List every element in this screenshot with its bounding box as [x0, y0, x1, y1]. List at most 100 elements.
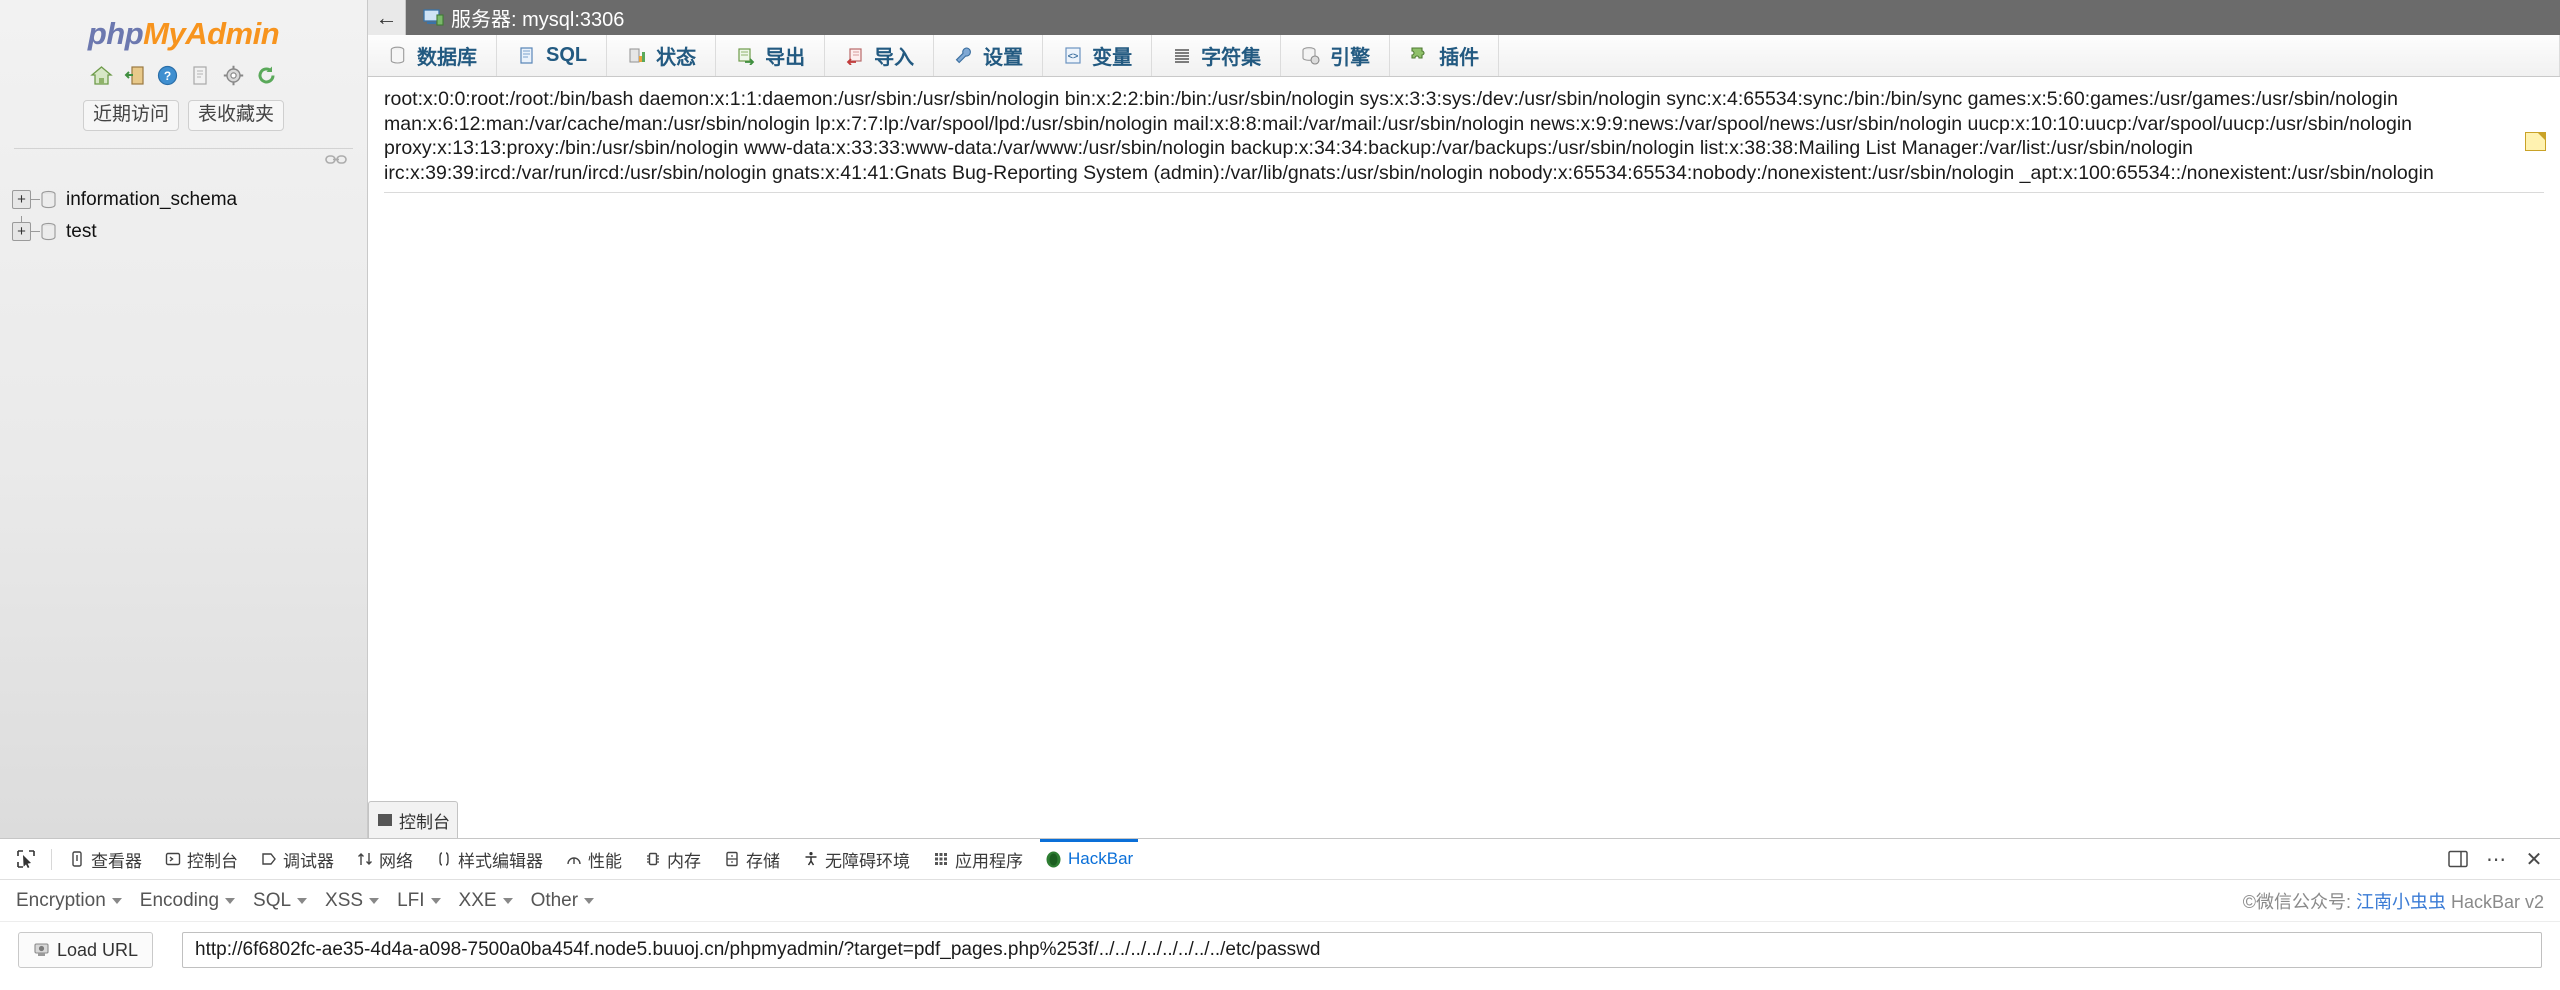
chevron-down-icon [369, 897, 380, 904]
tab-export[interactable]: 导出 [716, 35, 826, 76]
devtools-toolbar: 查看器 控制台 调试器 网络 样式编辑器 性能 内存 存储 无障碍环境 应用程序… [0, 838, 2560, 880]
load-url-icon [33, 941, 50, 959]
recent-tables-button[interactable]: 近期访问 [82, 100, 179, 131]
docs-icon[interactable] [189, 64, 212, 87]
chevron-down-icon [430, 897, 441, 904]
tree-item-test[interactable]: + test [12, 216, 367, 248]
devtools-tab-inspector[interactable]: 查看器 [57, 839, 153, 880]
hackbar-menu-lfi[interactable]: LFI [395, 890, 456, 912]
logout-icon[interactable] [123, 64, 146, 87]
menu-label: XXE [458, 889, 497, 911]
phpmyadmin-logo[interactable]: phpMyAdmin [0, 0, 367, 55]
devtools-tab-application[interactable]: 应用程序 [921, 839, 1034, 880]
tree-item-label: test [66, 220, 97, 242]
tree-item-information-schema[interactable]: + information_schema [12, 184, 367, 237]
tree-connector [31, 199, 40, 201]
console-tab-label: 控制台 [399, 812, 450, 832]
tab-engine[interactable]: 引擎 [1281, 35, 1391, 76]
tab-label: 状态 [656, 47, 697, 69]
devtools-tab-storage[interactable]: 存储 [712, 839, 791, 880]
hackbar-menu-xxe[interactable]: XXE [457, 890, 529, 912]
tab-databases[interactable]: 数据库 [368, 35, 497, 76]
svg-text:?: ? [163, 69, 170, 83]
reload-icon[interactable] [255, 64, 278, 87]
server-header: ← 服务器: mysql:3306 [368, 0, 2560, 35]
devtools-tab-accessibility[interactable]: 无障碍环境 [791, 839, 921, 880]
tab-plugins[interactable]: 插件 [1390, 35, 1500, 76]
sidebar-chain-row [0, 149, 367, 166]
server-icon [423, 8, 444, 27]
devtools-tab-network[interactable]: 网络 [345, 839, 424, 880]
tab-sql[interactable]: SQL [497, 35, 608, 76]
console-icon [378, 814, 392, 826]
inspector-icon [68, 851, 85, 868]
expand-plus-icon[interactable]: + [12, 190, 31, 210]
devtools-tab-console[interactable]: 控制台 [153, 839, 249, 880]
devtools-tab-label: HackBar [1068, 849, 1134, 868]
url-input[interactable]: http://6f6802fc-ae35-4d4a-a098-7500a0ba4… [182, 932, 2542, 968]
database-icon [40, 190, 57, 210]
close-icon[interactable]: ✕ [2522, 847, 2546, 871]
hackbar-menu-sql[interactable]: SQL [251, 890, 323, 912]
tabbar-filler [1499, 35, 2560, 76]
server-title-text: 服务器: mysql:3306 [451, 9, 625, 31]
element-picker-icon[interactable] [8, 849, 46, 869]
storage-icon [723, 851, 740, 868]
hackbar-menu-xss[interactable]: XSS [323, 890, 395, 912]
tab-status[interactable]: 状态 [607, 35, 717, 76]
devtools-tab-style-editor[interactable]: 样式编辑器 [424, 839, 554, 880]
content-divider [384, 192, 2544, 193]
database-icon [387, 45, 408, 66]
hackbar-menu-encoding[interactable]: Encoding [138, 890, 251, 912]
devtools-tab-performance[interactable]: 性能 [554, 839, 633, 880]
hackbar-url-row: Load URL http://6f6802fc-ae35-4d4a-a098-… [0, 922, 2560, 968]
hackbar-menu-other[interactable]: Other [529, 890, 611, 912]
devtools-tab-label: 内存 [667, 851, 701, 871]
more-options-icon[interactable]: ⋯ [2484, 847, 2508, 871]
sidebar-quick-buttons: 近期访问 表收藏夹 [0, 100, 367, 131]
devtools-tab-label: 应用程序 [955, 851, 1023, 871]
devtools-tab-hackbar[interactable]: HackBar [1034, 838, 1144, 880]
tab-settings[interactable]: 设置 [934, 35, 1044, 76]
hackbar-menu-encryption[interactable]: Encryption [14, 890, 138, 912]
database-tree: + information_schema + test [0, 184, 367, 248]
devtools-tab-label: 调试器 [283, 851, 334, 871]
credit-prefix: ©微信公众号: [2242, 891, 2356, 912]
application-icon [932, 851, 949, 868]
hackbar-menubar: Encryption Encoding SQL XSS LFI XXE Othe… [0, 880, 2560, 922]
devtools-tab-debugger[interactable]: 调试器 [249, 839, 345, 880]
devtools-tab-label: 存储 [746, 851, 780, 871]
logo-php-text: php [87, 16, 144, 51]
memory-icon [644, 851, 661, 868]
split-panel-icon[interactable] [2446, 847, 2470, 871]
home-icon[interactable] [89, 64, 113, 87]
phpmyadmin-sidebar: phpMyAdmin ? 近期访问 表收藏夹 + information_sch… [0, 0, 368, 838]
devtools-tab-label: 无障碍环境 [825, 851, 910, 871]
expand-plus-icon[interactable]: + [12, 222, 31, 242]
load-url-button[interactable]: Load URL [18, 932, 153, 968]
tab-label: SQL [546, 44, 588, 66]
back-button[interactable]: ← [368, 0, 406, 35]
note-icon[interactable] [2525, 132, 2546, 151]
favorite-tables-button[interactable]: 表收藏夹 [188, 100, 285, 131]
tab-label: 字符集 [1201, 47, 1262, 69]
devtools-tab-label: 样式编辑器 [458, 851, 543, 871]
variables-icon: <> [1062, 45, 1083, 66]
tab-charset[interactable]: 字符集 [1152, 35, 1282, 76]
tab-label: 导入 [874, 47, 915, 69]
menu-label: Encoding [139, 889, 220, 911]
devtools-right-buttons: ⋯ ✕ [2446, 847, 2560, 871]
plugin-icon [1409, 45, 1430, 66]
devtools-tab-memory[interactable]: 内存 [633, 839, 712, 880]
tree-connector [31, 231, 40, 233]
style-editor-icon [435, 851, 452, 868]
help-icon[interactable]: ? [156, 64, 179, 87]
unlink-icon[interactable] [325, 153, 347, 166]
devtools-tab-label: 网络 [379, 851, 413, 871]
settings-icon[interactable] [222, 64, 245, 87]
tab-import[interactable]: 导入 [825, 35, 935, 76]
console-tab-button[interactable]: 控制台 [368, 801, 458, 838]
devtools-panel: 查看器 控制台 调试器 网络 样式编辑器 性能 内存 存储 无障碍环境 应用程序… [0, 838, 2560, 990]
menu-label: LFI [397, 889, 425, 911]
tab-variables[interactable]: <> 变量 [1043, 35, 1153, 76]
